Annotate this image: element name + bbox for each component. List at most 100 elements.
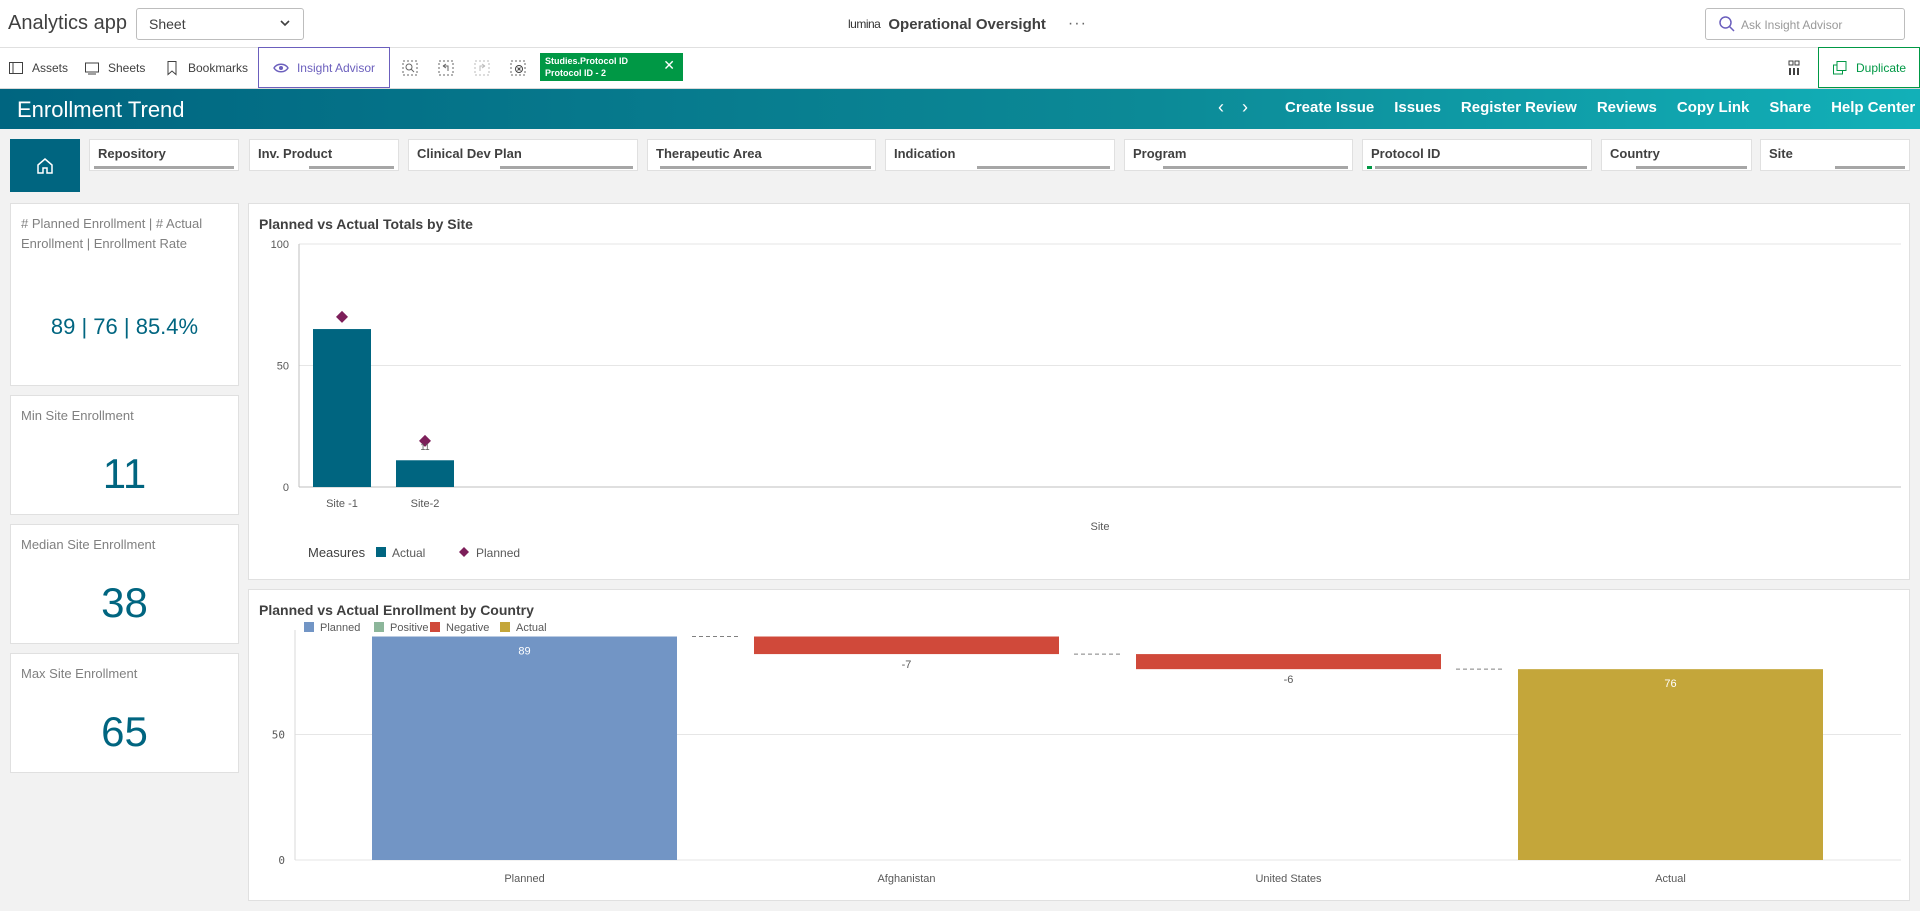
chip-field: Studies.Protocol ID (545, 56, 629, 66)
kpi-enrollment-summary[interactable]: # Planned Enrollment | # Actual Enrollme… (10, 203, 239, 386)
filter-program[interactable]: Program (1124, 139, 1353, 171)
sheets-label: Sheets (108, 61, 146, 75)
waterfall-bar (1136, 654, 1441, 670)
sheets-button[interactable]: Sheets (84, 48, 145, 88)
x-tick-label: United States (1255, 873, 1322, 885)
filter-protocol-id[interactable]: Protocol ID (1362, 139, 1592, 171)
toolbar: Assets Sheets Bookmarks Insight Advisor … (0, 47, 1920, 89)
legend-title: Measures (308, 545, 366, 560)
filter-bar (94, 166, 234, 169)
sheet-nav: ‹ › (1218, 97, 1248, 118)
kpi-value: 65 (101, 708, 148, 755)
sheets-icon (85, 62, 99, 75)
filter-therapeutic-area[interactable]: Therapeutic Area (647, 139, 876, 171)
bookmark-icon (167, 61, 177, 76)
share-link[interactable]: Share (1769, 99, 1811, 116)
home-button[interactable] (10, 139, 80, 192)
chart-panel-site-totals[interactable]: Planned vs Actual Totals by Site 0 50 100 S… (248, 203, 1910, 580)
app-header: lumina Operational Oversight ··· (848, 10, 1087, 38)
bar-actual (313, 329, 371, 487)
sheet-title: Enrollment Trend (17, 97, 185, 122)
assets-button[interactable]: Assets (8, 48, 68, 88)
waterfall-bar (372, 636, 677, 860)
country-waterfall-chart: 0 50 Planned Positive Negative Actual 89 Planne… (272, 622, 1901, 885)
insight-eye-icon (273, 63, 289, 72)
legend-label: Actual (516, 622, 547, 634)
filter-country[interactable]: Country (1601, 139, 1752, 171)
y-tick-label: 100 (271, 239, 289, 251)
filter-site[interactable]: Site (1760, 139, 1910, 171)
legend-swatch-planned (459, 547, 469, 557)
kpi-value: 11 (102, 450, 147, 497)
ask-placeholder: Ask Insight Advisor (1741, 18, 1843, 32)
x-tick-label: Planned (504, 873, 544, 885)
filter-bar (977, 166, 1110, 169)
next-sheet-button[interactable]: › (1242, 97, 1248, 118)
data-label: 76 (1664, 678, 1676, 690)
site-totals-chart: 0 50 100 Site -1 11 Site-2 Site Measures Actual P… (271, 239, 1901, 560)
x-tick-label: Actual (1655, 873, 1686, 885)
clear-selections-icon[interactable] (510, 60, 526, 76)
kpi-label: # Planned Enrollment | # Actual Enrollme… (21, 216, 203, 251)
filter-clinical-dev-plan[interactable]: Clinical Dev Plan (408, 139, 638, 171)
help-center-link[interactable]: Help Center (1831, 99, 1915, 116)
data-label: -6 (1284, 674, 1294, 686)
legend-label: Planned (320, 622, 360, 634)
app-name: Operational Oversight (888, 15, 1046, 33)
filter-label: Program (1133, 146, 1187, 161)
sheet-selector-value: Sheet (149, 16, 186, 32)
reviews-link[interactable]: Reviews (1597, 99, 1657, 116)
kpi-min-site-enrollment[interactable]: Min Site Enrollment 11 (10, 395, 239, 515)
x-axis-title: Site (1091, 521, 1110, 533)
close-icon[interactable]: ✕ (663, 58, 675, 72)
grid-view-icon[interactable] (1788, 60, 1804, 76)
bookmarks-label: Bookmarks (188, 61, 249, 75)
filter-inv-product[interactable]: Inv. Product (249, 139, 399, 171)
x-tick-label: Afghanistan (877, 873, 935, 885)
filter-indication[interactable]: Indication (885, 139, 1115, 171)
legend-label: Positive (390, 622, 429, 634)
selection-chip-protocol-id[interactable]: Studies.Protocol ID Protocol ID - 2 ✕ (540, 53, 683, 81)
filter-label: Indication (894, 146, 956, 161)
y-tick-label: 50 (277, 361, 289, 373)
ask-insight-advisor-input[interactable]: Ask Insight Advisor (1705, 8, 1905, 40)
duplicate-button[interactable]: Duplicate (1818, 47, 1920, 88)
create-issue-link[interactable]: Create Issue (1285, 99, 1374, 116)
chart-panel-country-waterfall[interactable]: Planned vs Actual Enrollment by Country … (248, 589, 1910, 901)
kpi-median-site-enrollment[interactable]: Median Site Enrollment 38 (10, 524, 239, 644)
y-tick-label: 50 (272, 728, 285, 741)
more-options-button[interactable]: ··· (1068, 15, 1087, 33)
filter-label: Therapeutic Area (656, 146, 762, 161)
y-tick-label: 0 (283, 482, 289, 494)
copy-link-link[interactable]: Copy Link (1677, 99, 1750, 116)
x-tick-label: Site-2 (411, 498, 440, 510)
filter-label: Repository (98, 146, 166, 161)
previous-sheet-button[interactable]: ‹ (1218, 97, 1224, 118)
filter-label: Site (1769, 146, 1793, 161)
kpi-label: Median Site Enrollment (21, 537, 156, 552)
waterfall-bar (1518, 669, 1823, 860)
filter-bar (660, 166, 871, 169)
filter-repository[interactable]: Repository (89, 139, 239, 171)
bookmarks-button[interactable]: Bookmarks (164, 48, 248, 88)
filter-bar (1636, 166, 1747, 169)
insight-advisor-button[interactable]: Insight Advisor (258, 47, 390, 88)
register-review-link[interactable]: Register Review (1461, 99, 1577, 116)
data-label: -7 (902, 659, 912, 671)
header-links: Create Issue Issues Register Review Revi… (1285, 99, 1915, 116)
marker-planned (336, 310, 348, 323)
brand-logo: lumina (848, 17, 881, 31)
search-icon (1719, 16, 1735, 32)
kpi-label: Min Site Enrollment (21, 408, 134, 423)
search-selections-icon[interactable] (402, 60, 418, 76)
kpi-max-site-enrollment[interactable]: Max Site Enrollment 65 (10, 653, 239, 773)
issues-link[interactable]: Issues (1394, 99, 1441, 116)
filter-label: Inv. Product (258, 146, 333, 161)
filter-bar (1375, 166, 1587, 169)
legend-swatch (500, 622, 510, 632)
sheet-selector[interactable]: Sheet (136, 8, 304, 40)
step-forward-icon[interactable] (474, 60, 490, 76)
step-back-icon[interactable] (438, 60, 454, 76)
kpi-label: Max Site Enrollment (21, 666, 138, 681)
app-title: Analytics app (8, 12, 127, 34)
